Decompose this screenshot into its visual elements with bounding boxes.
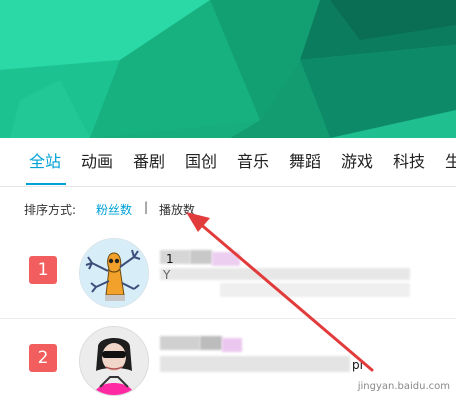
banner-graphic <box>0 0 456 138</box>
banner <box>0 0 456 138</box>
info-blur <box>160 268 410 280</box>
ranking-row[interactable]: 1 1 Y <box>0 228 456 319</box>
tab-dance[interactable]: 舞蹈 <box>289 150 321 174</box>
tab-music[interactable]: 音乐 <box>237 150 269 174</box>
tab-animation[interactable]: 动画 <box>81 150 113 174</box>
active-tab-underline <box>26 183 66 185</box>
sort-separator: | <box>144 200 149 214</box>
name-blur <box>160 250 190 264</box>
tab-game[interactable]: 游戏 <box>341 150 373 174</box>
tab-guochuang[interactable]: 国创 <box>185 150 217 174</box>
rank-badge: 1 <box>29 256 57 284</box>
name-blur <box>160 336 200 350</box>
tab-all[interactable]: 全站 <box>29 150 61 174</box>
sort-by-fans-link[interactable]: 粉丝数 <box>96 201 132 218</box>
watermark-text: jingyan.baidu.com <box>357 381 450 392</box>
name-blur <box>200 336 222 350</box>
uploader-name-fragment[interactable]: 1 <box>166 252 174 266</box>
ranking-row[interactable]: 2 pi <box>0 318 456 408</box>
uploader-sub-fragment: Y <box>163 268 171 282</box>
tab-life[interactable]: 生 <box>445 150 456 174</box>
name-blur <box>222 338 242 352</box>
avatar-image <box>80 327 148 395</box>
info-blur <box>220 283 410 297</box>
info-blur <box>160 356 350 372</box>
sort-bar: 排序方式: 粉丝数 | 播放数 <box>0 187 456 227</box>
name-blur <box>190 250 212 264</box>
rank-badge: 2 <box>29 344 57 372</box>
sort-by-plays-link[interactable]: 播放数 <box>159 201 195 218</box>
avatar-image <box>80 239 148 307</box>
sort-label: 排序方式: <box>24 203 77 217</box>
watermark: jingyan.baidu.com <box>358 379 450 392</box>
name-blur <box>212 252 240 266</box>
tab-tech[interactable]: 科技 <box>393 150 425 174</box>
uploader-name-fragment[interactable]: pi <box>352 358 363 372</box>
category-tabs: 全站 动画 番剧 国创 音乐 舞蹈 游戏 科技 生 <box>0 138 456 187</box>
tab-bangumi[interactable]: 番剧 <box>133 150 165 174</box>
cartoon-avatar-icon[interactable] <box>79 238 149 308</box>
person-avatar-icon[interactable] <box>79 326 149 396</box>
